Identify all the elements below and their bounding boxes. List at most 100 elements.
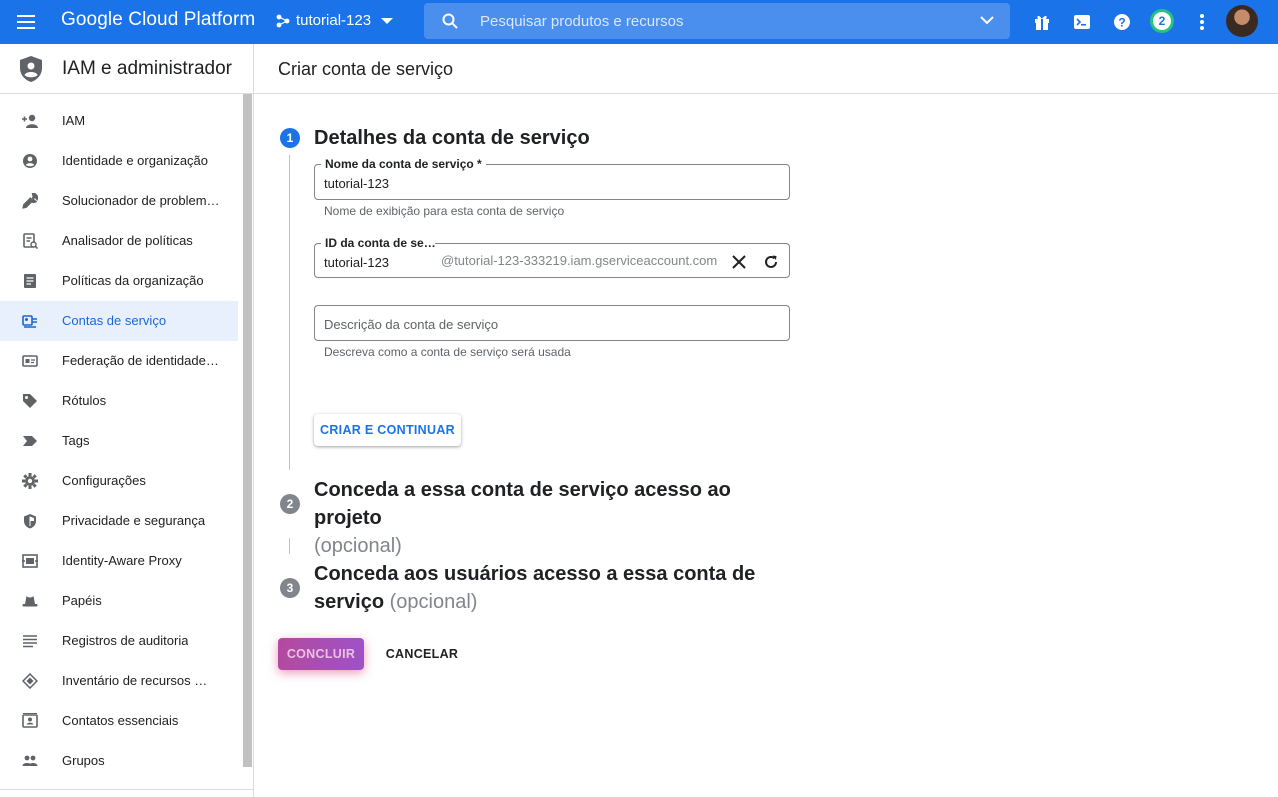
sidebar-item-label: Tags bbox=[62, 433, 90, 448]
sidebar-item-solucionador-de-problem[interactable]: Solucionador de problem… bbox=[0, 181, 238, 221]
sidebar-divider bbox=[0, 789, 253, 790]
shield-icon bbox=[24, 514, 36, 529]
id-field-label: ID da conta de se… bbox=[321, 236, 435, 250]
sidebar-item-identidade-e-organizacao[interactable]: Identidade e organização bbox=[0, 141, 238, 181]
name-field-hint: Nome de exibição para esta conta de serv… bbox=[324, 204, 565, 218]
svg-text:?: ? bbox=[1118, 16, 1125, 30]
sidebar-item-label: Identity-Aware Proxy bbox=[62, 553, 182, 568]
sidebar-item-label: Rótulos bbox=[62, 393, 107, 408]
list-doc-icon bbox=[24, 274, 36, 288]
service-account-name-input[interactable] bbox=[324, 173, 724, 193]
search-icon bbox=[442, 13, 458, 29]
help-icon[interactable]: ? bbox=[1112, 12, 1132, 32]
hamburger-menu-icon[interactable] bbox=[14, 10, 38, 34]
sidebar-item-grupos[interactable]: Grupos bbox=[0, 741, 238, 781]
hat-icon bbox=[22, 596, 38, 607]
id-email-suffix: @tutorial-123-333219.iam.gserviceaccount… bbox=[441, 253, 718, 268]
sidebar-item-registros-de-auditoria[interactable]: Registros de auditoria bbox=[0, 621, 238, 661]
step-1-title: Detalhes da conta de serviço bbox=[314, 127, 590, 149]
sidebar-item-configuracoes[interactable]: Configurações bbox=[0, 461, 238, 501]
step-connector bbox=[289, 155, 290, 470]
person-add-icon bbox=[22, 114, 38, 128]
brand-title[interactable]: Google Cloud Platform bbox=[61, 9, 255, 31]
sidebar: IAM e administrador IAM Identidade e orga… bbox=[0, 44, 254, 797]
iam-shield-icon bbox=[20, 56, 42, 82]
proxy-icon bbox=[22, 554, 38, 568]
project-hexagon-icon bbox=[276, 14, 290, 27]
sidebar-title: IAM e administrador bbox=[62, 58, 233, 79]
sidebar-item-contatos-essenciais[interactable]: Contatos essenciais bbox=[0, 701, 238, 741]
description-field-hint: Descreva como a conta de serviço será us… bbox=[324, 345, 571, 359]
sidebar-item-label: Federação de identidade … bbox=[62, 353, 220, 368]
top-app-bar: Google Cloud Platform tutorial-123 ? 2 bbox=[0, 0, 1278, 44]
step-3-title[interactable]: Conceda aos usuários acesso a essa conta… bbox=[314, 560, 794, 616]
sidebar-item-label: Grupos bbox=[62, 753, 105, 768]
name-field-label: Nome da conta de serviço * bbox=[321, 157, 486, 171]
service-account-icon bbox=[22, 315, 37, 328]
sidebar-item-contas-de-servico[interactable]: Contas de serviço bbox=[0, 301, 238, 341]
sidebar-header: IAM e administrador bbox=[0, 44, 253, 94]
sidebar-item-label: Contatos essenciais bbox=[62, 713, 179, 728]
sidebar-item-label: Identidade e organização bbox=[62, 153, 209, 168]
lines-icon bbox=[23, 635, 37, 648]
id-card-icon bbox=[22, 355, 38, 367]
sidebar-item-label: Analisador de políticas bbox=[62, 233, 193, 248]
step-2-optional: (opcional) bbox=[314, 535, 402, 557]
sidebar-scrollbar[interactable] bbox=[243, 94, 252, 767]
step-3-title-line2: serviço bbox=[314, 591, 385, 613]
step-2-title[interactable]: Conceda a essa conta de serviço acesso a… bbox=[314, 476, 794, 560]
cancel-button[interactable]: CANCELAR bbox=[380, 638, 464, 670]
sidebar-item-federacao-de-identidade[interactable]: Federação de identidade … bbox=[0, 341, 238, 381]
service-account-description-field[interactable] bbox=[314, 305, 790, 341]
step-3-badge: 3 bbox=[280, 578, 300, 598]
sidebar-item-identity-aware-proxy[interactable]: Identity-Aware Proxy bbox=[0, 541, 238, 581]
sidebar-item-privacidade-e-seguranca[interactable]: Privacidade e segurança bbox=[0, 501, 238, 541]
service-account-name-field[interactable]: Nome da conta de serviço * bbox=[314, 157, 790, 200]
step-connector bbox=[289, 538, 290, 554]
search-input[interactable] bbox=[480, 3, 980, 39]
contact-card-icon bbox=[22, 713, 38, 728]
close-icon[interactable] bbox=[729, 252, 749, 272]
service-account-description-input[interactable] bbox=[324, 314, 724, 334]
sidebar-item-papeis[interactable]: Papéis bbox=[0, 581, 238, 621]
policy-doc-icon bbox=[23, 233, 38, 249]
chevron-down-icon bbox=[381, 17, 394, 24]
sidebar-item-label: Privacidade e segurança bbox=[62, 513, 206, 528]
chevron-down-icon[interactable] bbox=[980, 15, 994, 25]
notifications-badge[interactable]: 2 bbox=[1150, 9, 1174, 33]
sidebar-item-inventario-de-recursos[interactable]: Inventário de recursos … bbox=[0, 661, 238, 701]
sidebar-item-label: Inventário de recursos … bbox=[62, 673, 208, 688]
sidebar-item-tags[interactable]: Tags bbox=[0, 421, 238, 461]
done-button[interactable]: CONCLUIR bbox=[278, 638, 364, 670]
service-account-id-input[interactable] bbox=[324, 252, 434, 272]
project-name: tutorial-123 bbox=[296, 12, 372, 29]
account-circle-icon bbox=[23, 154, 37, 168]
sidebar-item-iam[interactable]: IAM bbox=[0, 101, 238, 141]
step-3-optional: (opcional) bbox=[389, 591, 478, 613]
sidebar-item-label: Registros de auditoria bbox=[62, 633, 189, 648]
avatar[interactable] bbox=[1226, 5, 1258, 37]
sidebar-item-label: Configurações bbox=[62, 473, 146, 488]
gift-icon[interactable] bbox=[1032, 12, 1052, 32]
sidebar-item-label: Políticas da organização bbox=[62, 273, 204, 288]
page-title: Criar conta de serviço bbox=[278, 59, 454, 79]
sidebar-item-rotulos[interactable]: Rótulos bbox=[0, 381, 238, 421]
sidebar-nav: IAM Identidade e organização Solucionador … bbox=[0, 101, 238, 781]
group-icon bbox=[22, 755, 38, 766]
wrench-icon bbox=[22, 193, 38, 209]
sidebar-item-label: Solucionador de problem… bbox=[62, 193, 220, 208]
layers-icon bbox=[22, 673, 38, 689]
sidebar-item-analisador-de-politicas[interactable]: Analisador de políticas bbox=[0, 221, 238, 261]
step-2-badge: 2 bbox=[280, 494, 300, 514]
more-vert-icon[interactable] bbox=[1192, 12, 1212, 32]
create-and-continue-button[interactable]: CRIAR E CONTINUAR bbox=[314, 414, 461, 446]
refresh-icon[interactable] bbox=[761, 252, 781, 272]
cloud-shell-icon[interactable] bbox=[1072, 12, 1092, 32]
service-account-id-field[interactable]: ID da conta de se… @tutorial-123-333219.… bbox=[314, 236, 790, 278]
sidebar-item-politicas-da-organizacao[interactable]: Políticas da organização bbox=[0, 261, 238, 301]
tag-icon bbox=[23, 436, 37, 446]
step-3-title-line1: Conceda aos usuários acesso a essa conta… bbox=[314, 563, 756, 585]
search-bar[interactable] bbox=[424, 3, 1010, 39]
project-selector[interactable]: tutorial-123 bbox=[276, 12, 394, 29]
step-2-title-text: Conceda a essa conta de serviço acesso a… bbox=[314, 479, 731, 529]
